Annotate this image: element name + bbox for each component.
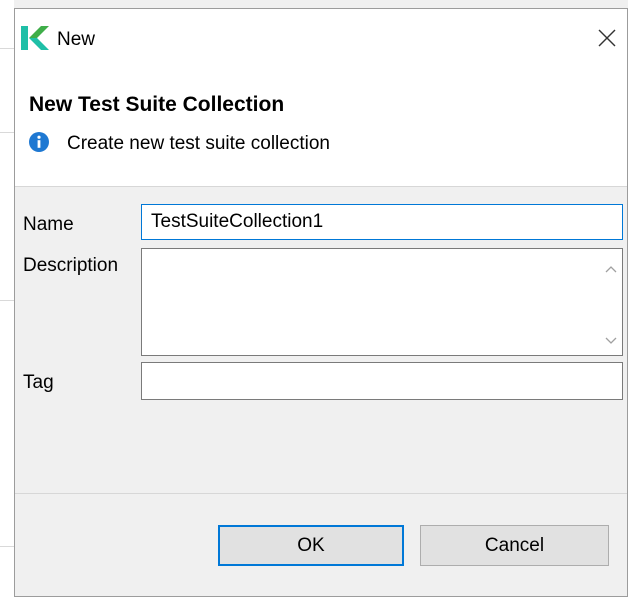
new-test-suite-collection-dialog: New New Test Suite Collection Create new… [14, 8, 628, 597]
form-area: Name Description Tag [15, 187, 627, 493]
button-bar: OK Cancel [15, 493, 627, 596]
name-input[interactable] [141, 204, 623, 240]
background-divider [0, 48, 14, 49]
dialog-heading: New Test Suite Collection [29, 93, 285, 116]
close-button[interactable] [591, 23, 623, 53]
katalon-logo-icon [21, 26, 49, 50]
title-bar: New [15, 9, 627, 69]
cancel-button[interactable]: Cancel [420, 525, 609, 566]
tag-label: Tag [23, 372, 54, 393]
tag-input[interactable] [141, 362, 623, 400]
close-icon [598, 29, 616, 47]
background-divider [0, 546, 14, 547]
background-window-edge [0, 0, 14, 597]
window-title: New [57, 29, 96, 50]
background-divider [0, 300, 14, 301]
scroll-up-icon[interactable] [605, 265, 617, 273]
name-label: Name [23, 214, 74, 235]
info-icon [29, 132, 49, 152]
background-divider [0, 132, 14, 133]
scroll-down-icon[interactable] [605, 337, 617, 345]
description-label: Description [23, 255, 119, 276]
ok-button[interactable]: OK [218, 525, 404, 566]
description-textarea[interactable] [141, 248, 623, 356]
banner-message: Create new test suite collection [67, 133, 330, 154]
description-scrollbar[interactable] [600, 249, 622, 355]
header-banner: New Test Suite Collection Create new tes… [15, 69, 627, 187]
